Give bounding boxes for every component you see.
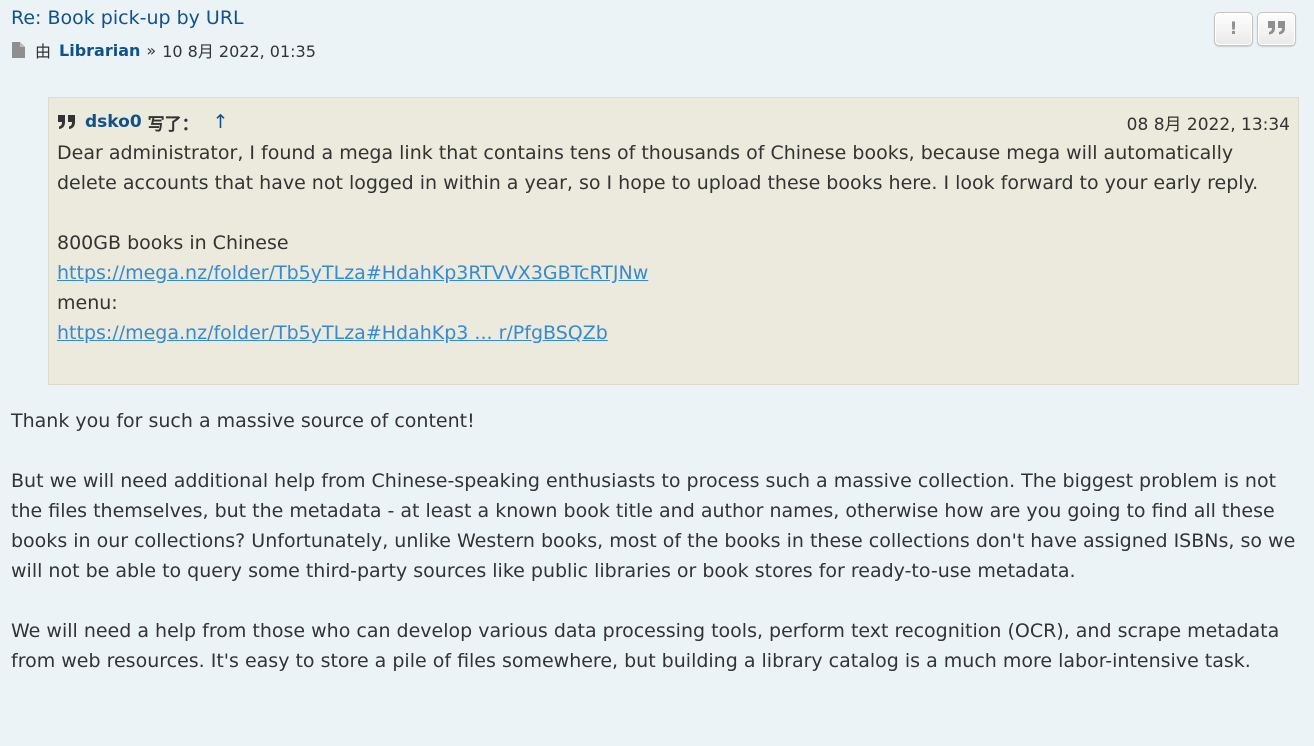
post-content: Thank you for such a massive source of c… — [11, 406, 1301, 676]
file-icon[interactable] — [11, 41, 26, 59]
content-paragraph-3: We will need a help from those who can d… — [11, 620, 1280, 672]
post-title-link[interactable]: Re: Book pick-up by URL — [11, 7, 244, 29]
quote-icon — [1267, 19, 1287, 39]
post-author-line: 由 Librarian » 10 8月 2022, 01:35 — [11, 38, 316, 62]
books-link[interactable]: https://mega.nz/folder/Tb5yTLza#HdahKp3R… — [57, 262, 648, 284]
menu-link[interactable]: https://mega.nz/folder/Tb5yTLza#HdahKp3 … — [57, 322, 608, 344]
quote-body: Dear administrator, I found a mega link … — [57, 138, 1287, 348]
wrote-label: 写了： — [147, 114, 199, 135]
quote-datetime: 08 8月 2022, 13:34 — [1126, 114, 1290, 135]
quote-button[interactable] — [1257, 12, 1296, 46]
content-paragraph-1: Thank you for such a massive source of c… — [11, 410, 475, 432]
books-label: 800GB books in Chinese — [57, 232, 289, 254]
content-paragraph-2: But we will need additional help from Ch… — [11, 470, 1296, 582]
quote-header: dsko0 写了： ↑ 08 8月 2022, 13:34 — [57, 110, 1290, 135]
separator: » — [146, 40, 157, 60]
post-datetime: 10 8月 2022, 01:35 — [162, 42, 316, 61]
forum-post: Re: Book pick-up by URL 由 Librarian » 10… — [0, 0, 1314, 746]
quoted-user-link[interactable]: dsko0 — [85, 112, 142, 132]
by-label: 由 — [35, 42, 52, 61]
menu-label: menu: — [57, 292, 118, 314]
report-button[interactable]: ! — [1214, 12, 1253, 46]
quote-paragraph: Dear administrator, I found a mega link … — [57, 142, 1259, 194]
quote-icon — [57, 114, 77, 130]
jump-to-post-arrow-icon[interactable]: ↑ — [213, 111, 229, 133]
author-link[interactable]: Librarian — [59, 41, 140, 60]
quote-block: dsko0 写了： ↑ 08 8月 2022, 13:34 Dear admin… — [48, 97, 1299, 385]
exclamation-icon: ! — [1229, 19, 1238, 39]
